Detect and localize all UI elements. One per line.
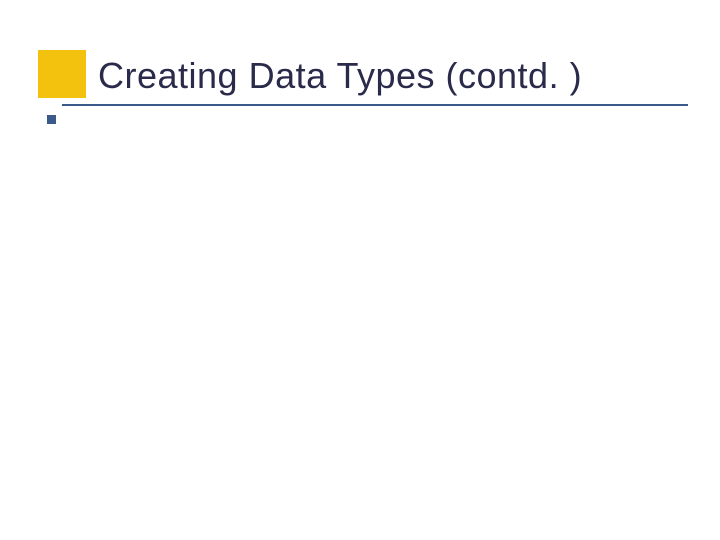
title-underline <box>62 104 688 106</box>
bullet-square-icon <box>47 115 56 124</box>
slide-container: Creating Data Types (contd. ) <box>0 0 720 540</box>
slide-title: Creating Data Types (contd. ) <box>98 55 582 97</box>
accent-square-icon <box>38 50 86 98</box>
